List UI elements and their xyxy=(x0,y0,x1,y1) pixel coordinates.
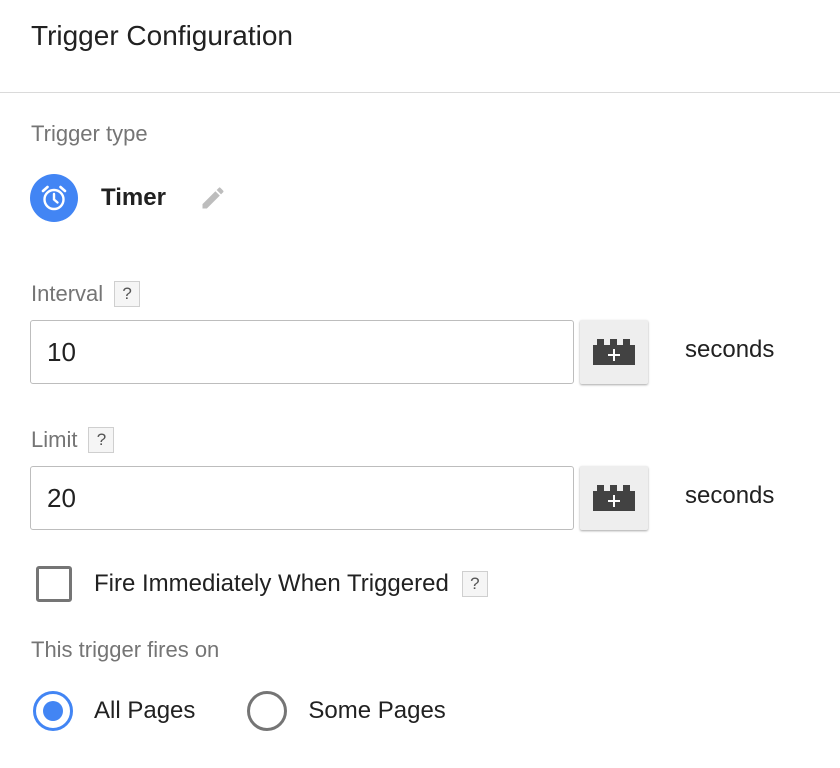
fire-immediately-row: Fire Immediately When Triggered ? xyxy=(36,566,488,602)
interval-unit: seconds xyxy=(685,336,775,363)
fire-immediately-checkbox[interactable] xyxy=(36,566,72,602)
dialog-header: Trigger Configuration xyxy=(0,0,840,93)
trigger-type-name: Timer xyxy=(101,184,166,211)
interval-help-icon[interactable]: ? xyxy=(114,281,141,307)
limit-help-icon[interactable]: ? xyxy=(88,427,115,453)
page-title: Trigger Configuration xyxy=(31,20,293,51)
interval-input[interactable]: 10 xyxy=(30,320,574,384)
variable-block-icon xyxy=(593,339,635,365)
limit-variable-button[interactable] xyxy=(580,466,648,530)
fire-immediately-help-icon[interactable]: ? xyxy=(461,571,488,597)
interval-label-row: Interval ? xyxy=(31,281,141,307)
limit-unit: seconds xyxy=(685,482,775,509)
trigger-type-row[interactable]: Timer xyxy=(30,174,227,222)
pencil-icon[interactable] xyxy=(199,184,227,212)
limit-label-row: Limit ? xyxy=(31,427,115,453)
all-pages-label[interactable]: All Pages xyxy=(94,697,195,725)
fire-immediately-label[interactable]: Fire Immediately When Triggered xyxy=(94,570,449,598)
limit-label: Limit xyxy=(31,427,78,452)
some-pages-label[interactable]: Some Pages xyxy=(308,697,445,725)
fires-on-radio-group: All Pages Some Pages xyxy=(33,691,446,731)
limit-input[interactable]: 20 xyxy=(30,466,574,530)
fires-on-label: This trigger fires on xyxy=(31,637,220,662)
all-pages-radio[interactable] xyxy=(33,691,73,731)
interval-label: Interval xyxy=(31,281,104,306)
radio-selected-dot xyxy=(43,701,63,721)
trigger-type-label: Trigger type xyxy=(31,121,148,146)
clock-icon xyxy=(30,174,78,222)
some-pages-radio[interactable] xyxy=(247,691,288,731)
interval-variable-button[interactable] xyxy=(580,320,648,384)
variable-block-icon xyxy=(593,485,635,511)
